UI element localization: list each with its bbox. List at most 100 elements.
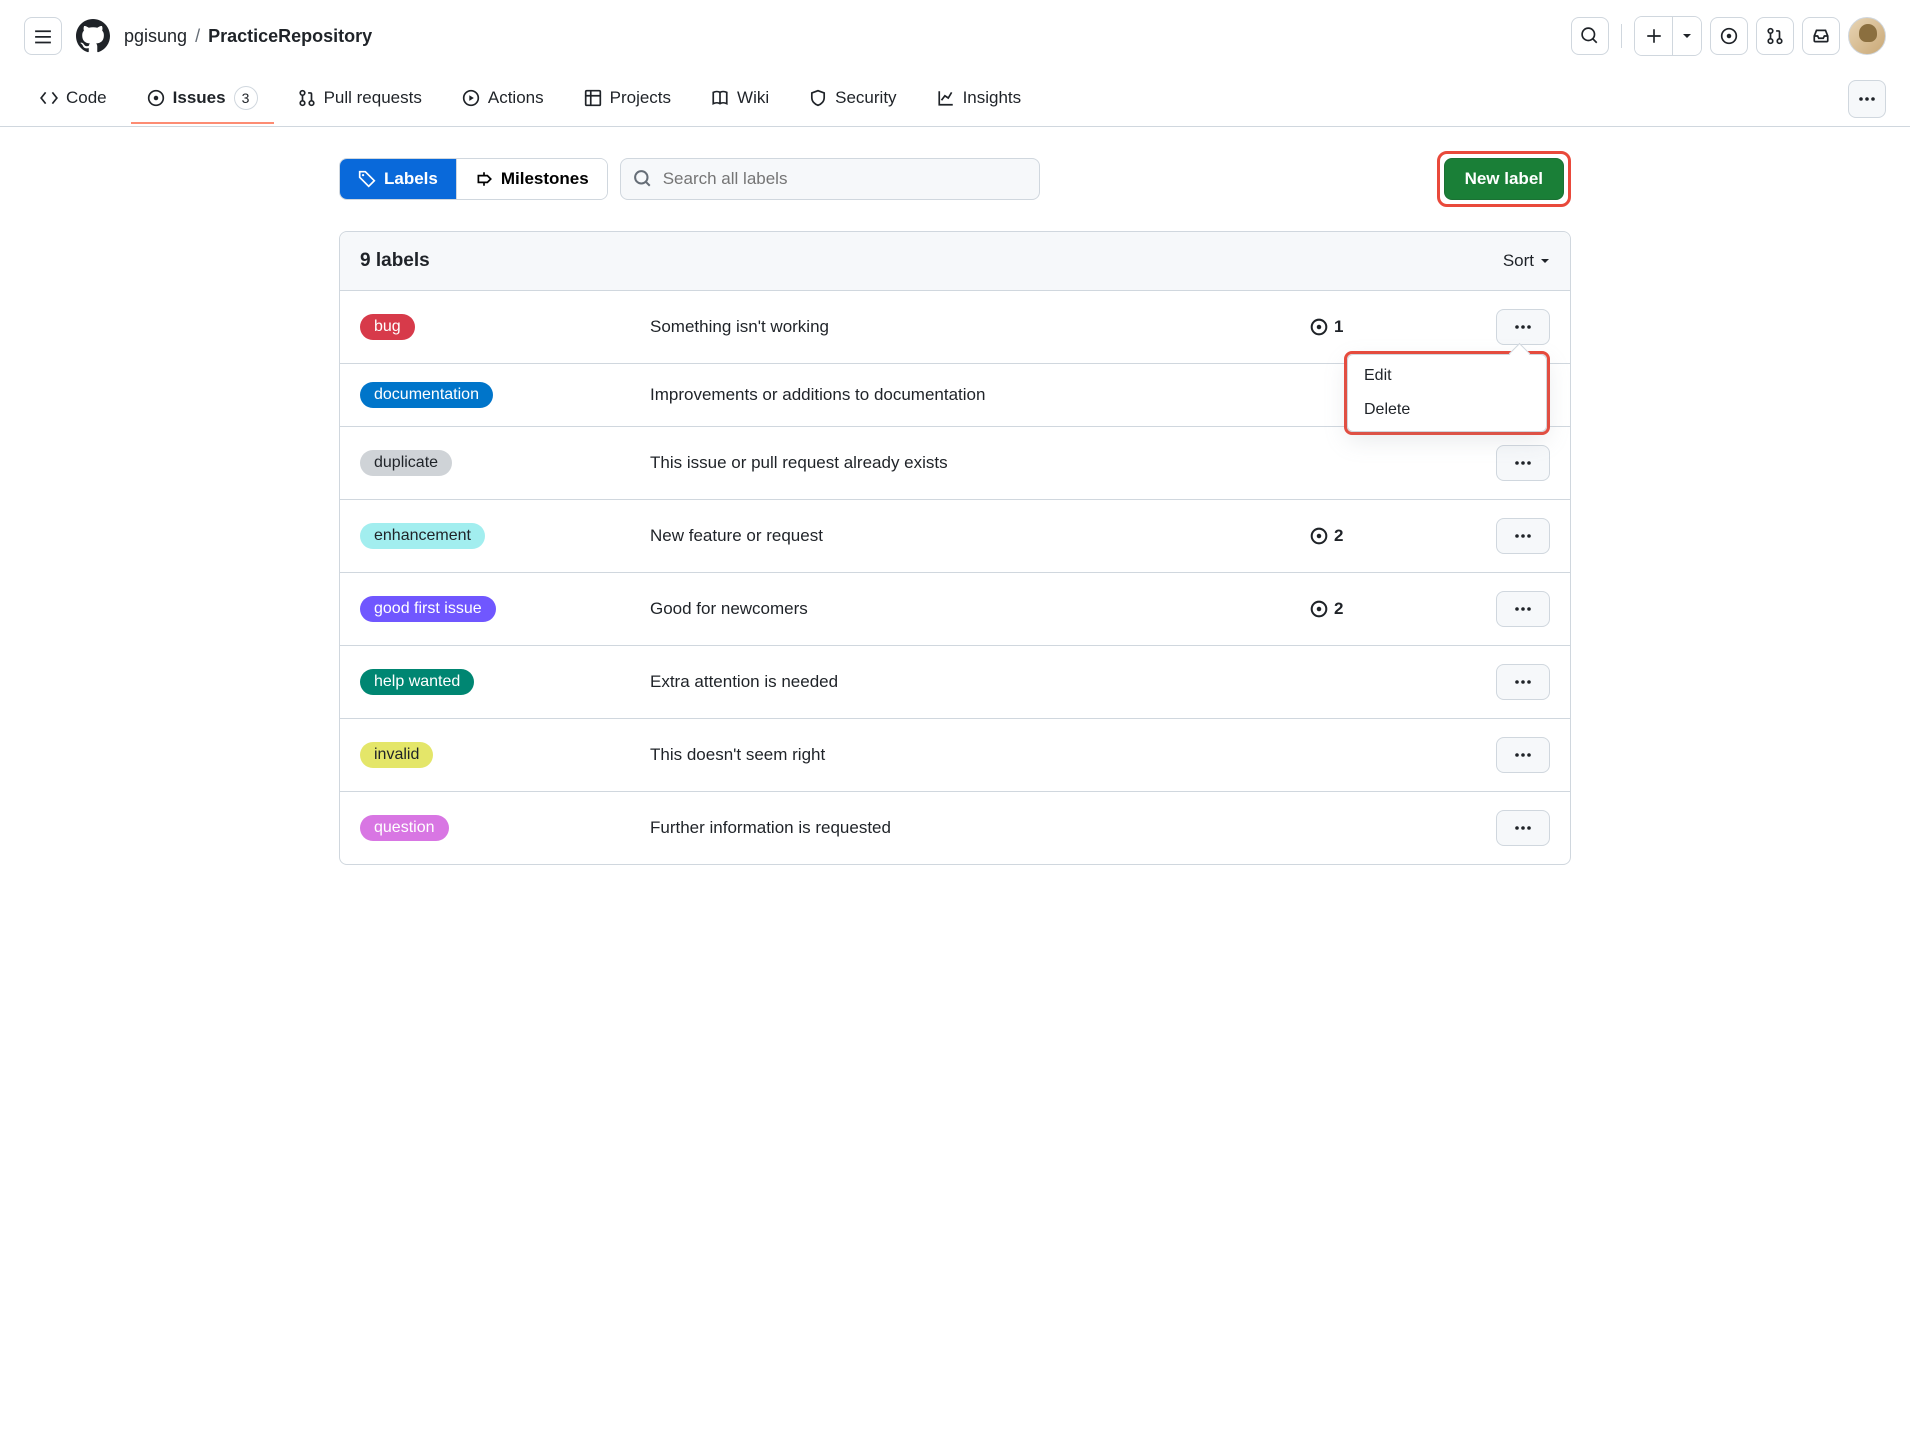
- labels-tab[interactable]: Labels: [340, 159, 457, 199]
- search-input[interactable]: [620, 158, 1040, 200]
- label-tag[interactable]: duplicate: [360, 450, 452, 476]
- inbox-button[interactable]: [1802, 17, 1840, 55]
- tab-label: Insights: [963, 88, 1022, 108]
- label-kebab-button[interactable]: [1496, 664, 1550, 700]
- search-icon: [1581, 27, 1599, 45]
- tab-actions[interactable]: Actions: [446, 76, 560, 122]
- tab-label: Security: [835, 88, 896, 108]
- tab-pulls[interactable]: Pull requests: [282, 76, 438, 122]
- label-tag[interactable]: question: [360, 815, 449, 841]
- search-wrap: [620, 158, 1040, 200]
- label-open-count[interactable]: 2: [1310, 526, 1490, 546]
- tab-issues[interactable]: Issues 3: [131, 74, 274, 124]
- tab-label: Pull requests: [324, 88, 422, 108]
- tab-label: Wiki: [737, 88, 769, 108]
- label-open-count[interactable]: 2: [1310, 599, 1490, 619]
- label-row: help wanted Extra attention is needed: [340, 646, 1570, 719]
- add-button[interactable]: [1635, 17, 1673, 55]
- search-button[interactable]: [1571, 17, 1609, 55]
- tab-code[interactable]: Code: [24, 76, 123, 122]
- kebab-icon: [1514, 534, 1532, 538]
- issue-opened-icon: [147, 89, 165, 107]
- dropdown-delete[interactable]: Delete: [1348, 393, 1546, 427]
- add-menu: [1634, 16, 1702, 56]
- tab-wiki[interactable]: Wiki: [695, 76, 785, 122]
- label-description: Extra attention is needed: [650, 672, 1310, 692]
- git-pull-request-icon: [1766, 27, 1784, 45]
- tab-projects[interactable]: Projects: [568, 76, 687, 122]
- table-icon: [584, 89, 602, 107]
- caret-down-icon: [1540, 256, 1550, 266]
- dropdown-edit[interactable]: Edit: [1348, 359, 1546, 393]
- github-logo[interactable]: [74, 17, 112, 55]
- labels-milestones-toggle: Labels Milestones: [339, 158, 608, 200]
- label-dropdown-highlight: EditDelete: [1344, 351, 1550, 435]
- label-kebab-button[interactable]: [1496, 309, 1550, 345]
- content: Labels Milestones New label 9 labels Sor…: [315, 127, 1595, 889]
- code-icon: [40, 89, 58, 107]
- label-tag-col: enhancement: [360, 523, 650, 549]
- add-dropdown[interactable]: [1673, 17, 1701, 55]
- breadcrumb-repo[interactable]: PracticeRepository: [208, 26, 372, 47]
- issue-opened-icon: [1310, 527, 1328, 545]
- plus-icon: [1645, 27, 1663, 45]
- label-actions: [1490, 737, 1550, 773]
- label-actions: [1490, 591, 1550, 627]
- new-label-button[interactable]: New label: [1444, 158, 1564, 200]
- label-kebab-button[interactable]: [1496, 591, 1550, 627]
- repo-nav: Code Issues 3 Pull requests Actions Proj…: [0, 72, 1910, 127]
- divider: [1621, 24, 1622, 48]
- breadcrumb: pgisung / PracticeRepository: [124, 26, 372, 47]
- label-row: good first issue Good for newcomers 2: [340, 573, 1570, 646]
- hamburger-button[interactable]: [24, 17, 62, 55]
- label-description: New feature or request: [650, 526, 1310, 546]
- label-tag[interactable]: bug: [360, 314, 415, 340]
- label-actions: [1490, 810, 1550, 846]
- sort-label: Sort: [1503, 251, 1534, 271]
- tag-icon: [358, 170, 376, 188]
- label-tag[interactable]: documentation: [360, 382, 493, 408]
- tab-label: Issues: [173, 88, 226, 108]
- kebab-icon: [1858, 97, 1876, 101]
- label-description: Further information is requested: [650, 818, 1310, 838]
- avatar[interactable]: [1848, 17, 1886, 55]
- label-dropdown: EditDelete: [1347, 354, 1547, 432]
- pulls-global-button[interactable]: [1756, 17, 1794, 55]
- label-tag-col: bug: [360, 314, 650, 340]
- issues-global-button[interactable]: [1710, 17, 1748, 55]
- label-kebab-button[interactable]: [1496, 810, 1550, 846]
- sort-button[interactable]: Sort: [1503, 251, 1550, 271]
- toolbar: Labels Milestones New label: [339, 151, 1571, 207]
- label-row: enhancement New feature or request2: [340, 500, 1570, 573]
- label-tag-col: documentation: [360, 382, 650, 408]
- play-icon: [462, 89, 480, 107]
- label-tag[interactable]: help wanted: [360, 669, 474, 695]
- label-tag[interactable]: invalid: [360, 742, 433, 768]
- label-description: Good for newcomers: [650, 599, 1310, 619]
- label-tag-col: good first issue: [360, 596, 650, 622]
- label-tag[interactable]: good first issue: [360, 596, 496, 622]
- global-header: pgisung / PracticeRepository: [0, 0, 1910, 72]
- label-tag-col: help wanted: [360, 669, 650, 695]
- tab-insights[interactable]: Insights: [921, 76, 1038, 122]
- milestones-label: Milestones: [501, 169, 589, 189]
- labels-panel: 9 labels Sort bugSomething isn't working…: [339, 231, 1571, 865]
- milestones-tab[interactable]: Milestones: [457, 159, 607, 199]
- search-icon: [634, 170, 652, 188]
- label-tag-col: duplicate: [360, 450, 650, 476]
- tab-label: Code: [66, 88, 107, 108]
- label-row: bugSomething isn't working1EditDelete: [340, 291, 1570, 364]
- label-kebab-button[interactable]: [1496, 737, 1550, 773]
- count-value: 2: [1334, 599, 1343, 619]
- label-tag[interactable]: enhancement: [360, 523, 485, 549]
- label-kebab-button[interactable]: [1496, 518, 1550, 554]
- breadcrumb-owner[interactable]: pgisung: [124, 26, 187, 47]
- label-kebab-button[interactable]: [1496, 445, 1550, 481]
- labels-label: Labels: [384, 169, 438, 189]
- label-actions: [1490, 518, 1550, 554]
- tab-label: Actions: [488, 88, 544, 108]
- label-open-count[interactable]: 1: [1310, 317, 1490, 337]
- label-row: invalidThis doesn't seem right: [340, 719, 1570, 792]
- repo-nav-overflow[interactable]: [1848, 80, 1886, 118]
- tab-security[interactable]: Security: [793, 76, 912, 122]
